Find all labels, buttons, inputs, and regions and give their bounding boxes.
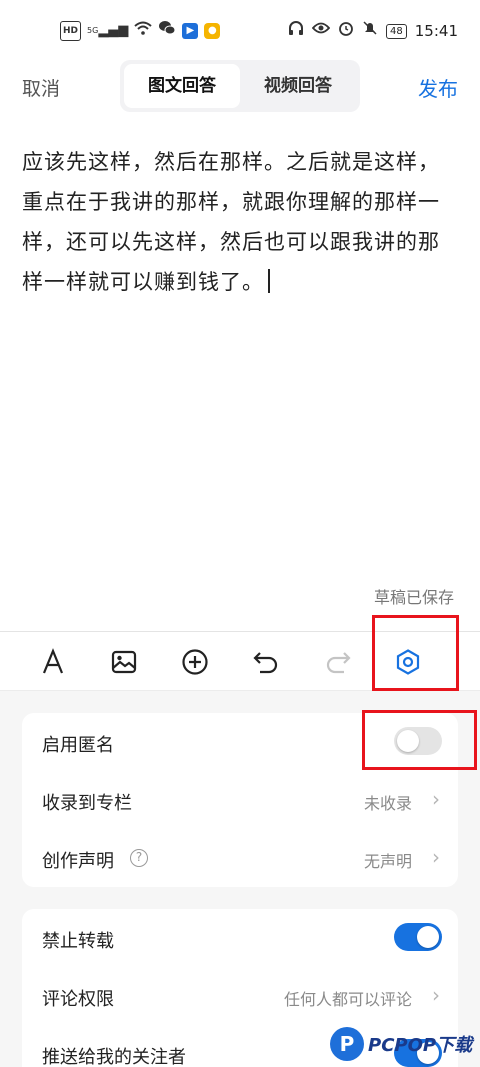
alarm-icon: [338, 20, 354, 42]
add-circle-icon[interactable]: [177, 644, 213, 680]
tab-video-answer[interactable]: 视频回答: [240, 64, 356, 108]
hd-icon: HD: [60, 21, 82, 41]
wifi-icon: [134, 21, 152, 41]
status-right-icons: 48 15:41: [288, 20, 458, 42]
toggle-knob: [417, 926, 439, 948]
anonymous-label: 启用匿名: [42, 735, 114, 756]
headphones-icon: [288, 20, 304, 42]
wechat-icon: [158, 20, 176, 42]
mute-bell-icon: [362, 20, 378, 42]
redo-icon[interactable]: [320, 644, 356, 680]
undo-icon[interactable]: [248, 644, 284, 680]
signal-icon: 5G▂▄▆: [87, 23, 129, 38]
draft-status: 草稿已保存: [373, 588, 454, 607]
chevron-right-icon: ›: [432, 845, 440, 869]
chevron-right-icon: ›: [432, 787, 440, 811]
tab-image-text-answer[interactable]: 图文回答: [124, 64, 240, 108]
answer-text-area[interactable]: 应该先这样，然后在那样。之后就是这样，重点在于我讲的那样，就跟你理解的那样一样，…: [22, 142, 458, 302]
highlight-box-anonymous: [362, 710, 477, 770]
status-time: 15:41: [414, 22, 458, 40]
app-yellow-icon: ●: [204, 23, 221, 39]
comment-permission-label: 评论权限: [42, 989, 114, 1010]
help-icon[interactable]: ?: [130, 849, 148, 867]
publish-button[interactable]: 发布: [418, 73, 458, 102]
watermark-text: PCPOP下载: [368, 1034, 473, 1056]
setting-row-declaration[interactable]: 创作声明 ? 无声明 ›: [22, 829, 458, 887]
image-icon[interactable]: [106, 644, 142, 680]
answer-type-tabs: 图文回答 视频回答: [120, 60, 360, 112]
eye-icon: [311, 21, 331, 41]
watermark-logo: P: [330, 1026, 364, 1061]
chevron-right-icon: ›: [432, 983, 440, 1007]
column-value: 未收录: [363, 794, 412, 813]
app-blue-icon: ▶: [182, 23, 199, 39]
declaration-label: 创作声明: [42, 851, 114, 872]
setting-row-column[interactable]: 收录到专栏 未收录 ›: [22, 771, 458, 829]
text-format-icon[interactable]: [35, 644, 71, 680]
setting-row-comment-permission[interactable]: 评论权限 任何人都可以评论 ›: [22, 967, 458, 1025]
site-watermark: P PCPOP下载: [330, 1020, 480, 1067]
no-repost-label: 禁止转载: [42, 931, 114, 952]
push-followers-label: 推送给我的关注者: [42, 1047, 186, 1067]
answer-content: 应该先这样，然后在那样。之后就是这样，重点在于我讲的那样，就跟你理解的那样一样，…: [22, 150, 440, 294]
column-label: 收录到专栏: [42, 793, 132, 814]
cancel-button[interactable]: 取消: [22, 74, 60, 101]
declaration-value: 无声明: [363, 852, 412, 871]
editor-header: 取消 图文回答 视频回答 发布: [0, 58, 480, 118]
comment-permission-value: 任何人都可以评论: [283, 990, 412, 1009]
no-repost-toggle[interactable]: [394, 923, 442, 951]
answer-editor[interactable]: 应该先这样，然后在那样。之后就是这样，重点在于我讲的那样，就跟你理解的那样一样，…: [0, 118, 480, 631]
highlight-box-settings: [372, 615, 459, 691]
text-caret: [268, 269, 270, 293]
status-left-icons: HD 5G▂▄▆ ▶ ●: [60, 20, 221, 42]
battery-icon: 48: [386, 23, 407, 39]
status-bar: HD 5G▂▄▆ ▶ ● 48 15:41: [0, 0, 480, 58]
setting-row-no-repost: 禁止转载: [22, 909, 458, 967]
